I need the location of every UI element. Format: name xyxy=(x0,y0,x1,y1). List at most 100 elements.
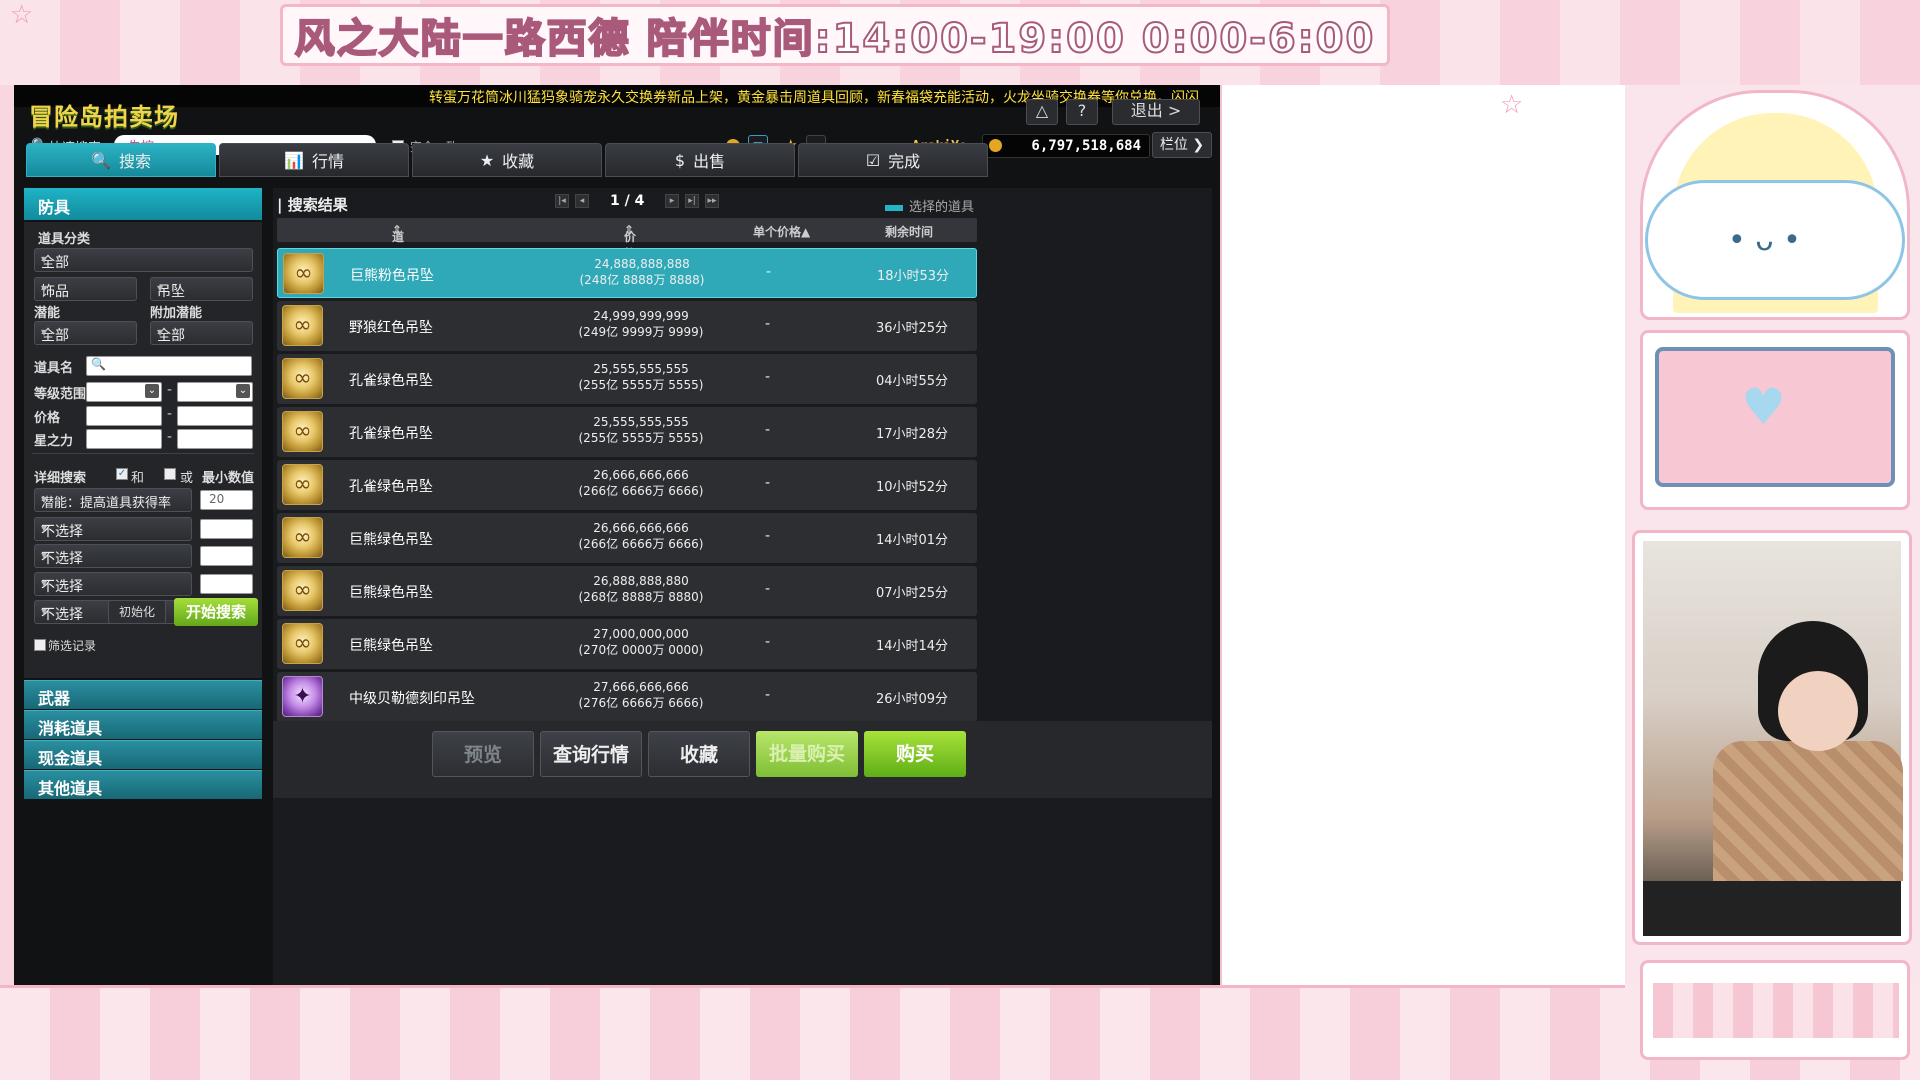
pendant-icon: ∞ xyxy=(282,570,323,611)
notification-button[interactable]: △ xyxy=(1026,99,1058,125)
chevron-down-icon: ▾ xyxy=(41,521,48,535)
chevron-down-icon: ⌄ xyxy=(145,384,159,398)
tab-search[interactable]: 🔍 搜索 xyxy=(26,143,216,177)
emblem-pendant-icon: ✦ xyxy=(282,676,323,717)
favorite-button[interactable]: 收藏 xyxy=(648,731,750,777)
potential-dropdown[interactable]: 全部 ▾ xyxy=(34,321,137,345)
tab-market[interactable]: 📊 行情 xyxy=(219,143,409,177)
potential-label: 潜能 xyxy=(34,306,61,321)
item-subclass-dropdown[interactable]: 饰品 ▾ xyxy=(34,277,137,301)
reset-button[interactable]: 初始化 xyxy=(108,600,166,624)
bulk-buy-button[interactable]: 批量购买 xyxy=(756,731,858,777)
page-jump-button[interactable]: ▸▸ xyxy=(705,194,719,208)
detail-option-dropdown[interactable]: 不选择 ▾ xyxy=(34,572,192,596)
table-row[interactable]: ∞ 孔雀绿色吊坠 26,666,666,666 (266亿 6666万 6666) -1… xyxy=(277,460,977,510)
starforce-label: 星之力 xyxy=(34,434,74,449)
level-max-dropdown[interactable]: ⌄ xyxy=(177,382,253,402)
or-checkbox[interactable] xyxy=(164,468,176,480)
next-page-button[interactable]: ▸ xyxy=(665,194,679,208)
buy-button[interactable]: 购买 xyxy=(864,731,966,777)
range-dash: - xyxy=(167,429,173,445)
start-search-button[interactable]: 开始搜索 xyxy=(174,598,258,626)
last-page-button[interactable]: ▸| xyxy=(685,194,699,208)
min-value-label: 最小数值 xyxy=(202,471,255,486)
detail-option-dropdown[interactable]: 不选择 ▾ xyxy=(34,517,192,541)
overlay-banner-text: 风之大陆一路西德 陪伴时间:14:00-19:00 0:00-6:00 xyxy=(294,15,1376,63)
starforce-max-input[interactable] xyxy=(177,429,253,449)
item-class-dropdown[interactable]: 全部 ▾ xyxy=(34,248,253,272)
tab-favorites[interactable]: ★ 收藏 xyxy=(412,143,602,177)
star-icon: ☆ xyxy=(10,0,34,30)
table-row[interactable]: ∞ 巨熊绿色吊坠 26,888,888,880 (268亿 8888万 8880) -0… xyxy=(277,566,977,616)
table-row[interactable]: ∞ 巨熊绿色吊坠 26,666,666,666 (266亿 6666万 6666) -1… xyxy=(277,513,977,563)
col-price[interactable]: 价格 ⇕ xyxy=(624,223,636,261)
level-range-label: 等级范围 xyxy=(34,387,87,402)
bonus-potential-dropdown[interactable]: 全部 ▾ xyxy=(150,321,253,345)
range-dash: - xyxy=(167,382,173,398)
price-max-input[interactable] xyxy=(177,406,253,426)
first-page-button[interactable]: |◂ xyxy=(555,194,569,208)
tab-label: 收藏 xyxy=(502,152,535,171)
and-label: 和 xyxy=(131,471,145,486)
action-bar: 预览 查询行情 收藏 批量购买 购买 xyxy=(273,721,1212,798)
overlay-bottom-strip xyxy=(0,985,1625,1080)
results-title: | 搜索结果 xyxy=(277,196,348,214)
overlay-left-edge xyxy=(0,85,14,985)
table-row[interactable]: ∞ 孔雀绿色吊坠 25,555,555,555 (255亿 5555万 5555) -0… xyxy=(277,354,977,404)
pendant-icon: ∞ xyxy=(282,517,323,558)
market-price-button[interactable]: 查询行情 xyxy=(540,731,642,777)
tab-label: 行情 xyxy=(311,152,344,171)
item-name-label: 道具名 xyxy=(34,361,74,376)
tab-completed[interactable]: ☑ 完成 xyxy=(798,143,988,177)
table-header: 道具名称 ⇕ 价格 ⇕ 单个价格▲ 剩余时间 xyxy=(277,218,977,295)
table-row[interactable]: ∞ 巨熊粉色吊坠 24,888,888,888 (248亿 8888万 8888) -1… xyxy=(277,248,977,298)
prev-page-button[interactable]: ◂ xyxy=(575,194,589,208)
detail-option-dropdown[interactable]: 不选择 ▾ xyxy=(34,544,192,568)
overlay-blank-area xyxy=(1220,85,1627,985)
detail-value-input[interactable] xyxy=(200,546,253,566)
table-row[interactable]: ∞ 巨熊绿色吊坠 27,000,000,000 (270亿 0000万 0000) -1… xyxy=(277,619,977,669)
help-button[interactable]: ? xyxy=(1066,99,1098,125)
starforce-min-input[interactable] xyxy=(86,429,162,449)
detail-value-input[interactable] xyxy=(200,574,253,594)
col-time-left[interactable]: 剩余时间 xyxy=(885,223,933,240)
item-class-label: 道具分类 xyxy=(38,232,91,247)
category-armor-header[interactable]: 防具 ⌄ xyxy=(24,188,262,220)
envelope-decoration: ♥ xyxy=(1640,330,1910,510)
table-row[interactable]: ∞ 孔雀绿色吊坠 25,555,555,555 (255亿 5555万 5555) -1… xyxy=(277,407,977,457)
exit-button[interactable]: 退出 > xyxy=(1112,99,1200,125)
detail-value-input[interactable]: 20 xyxy=(200,490,253,510)
legend-swatch xyxy=(885,204,903,211)
results-panel: | 搜索结果 |◂ ◂ 1 / 4 ▸ ▸| ▸▸ 选择的道具 道具名称 ⇕ 价… xyxy=(273,188,1212,985)
webcam-frame xyxy=(1632,530,1912,945)
pendant-icon: ∞ xyxy=(282,305,323,346)
pendant-icon: ∞ xyxy=(282,464,323,505)
col-item-name[interactable]: 道具名称 ⇕ xyxy=(392,223,404,295)
tab-label: 完成 xyxy=(888,152,921,171)
tab-sell[interactable]: $ 出售 xyxy=(605,143,795,177)
search-icon: 🔍 xyxy=(91,357,106,371)
col-unit-price[interactable]: 单个价格▲ xyxy=(753,223,810,240)
tab-label: 出售 xyxy=(693,152,726,171)
pendant-icon: ∞ xyxy=(283,253,324,294)
category-cash[interactable]: 现金道具 xyxy=(24,740,262,769)
filter-record-checkbox[interactable] xyxy=(34,639,46,651)
chevron-down-icon: ▾ xyxy=(157,281,164,295)
webcam-view xyxy=(1643,541,1903,936)
category-consumable[interactable]: 消耗道具 xyxy=(24,710,262,739)
chevron-down-icon: ▾ xyxy=(41,325,48,339)
level-min-dropdown[interactable]: ⌄ xyxy=(86,382,162,402)
detail-value-input[interactable] xyxy=(200,519,253,539)
and-checkbox[interactable]: ✓ xyxy=(116,468,128,480)
star-icon: ☆ xyxy=(1500,90,1524,120)
detail-option-dropdown[interactable]: 潜能：提高道具获得率 ▾ xyxy=(34,488,192,512)
item-type-dropdown[interactable]: 吊坠 ▾ xyxy=(150,277,253,301)
item-name-input[interactable]: 🔍 xyxy=(86,356,252,376)
table-row[interactable]: ∞ 野狼红色吊坠 24,999,999,999 (249亿 9999万 9999) -3… xyxy=(277,301,977,351)
price-min-input[interactable] xyxy=(86,406,162,426)
main-tabs: 🔍 搜索 📊 行情 ★ 收藏 $ 出售 ☑ 完成 xyxy=(26,143,1220,180)
table-row[interactable]: ✦ 中级贝勒德刻印吊坠 27,666,666,666 (276亿 6666万 6666… xyxy=(277,672,977,722)
category-etc[interactable]: 其他道具 xyxy=(24,770,262,799)
category-weapon[interactable]: 武器 xyxy=(24,680,262,709)
preview-button[interactable]: 预览 xyxy=(432,731,534,777)
